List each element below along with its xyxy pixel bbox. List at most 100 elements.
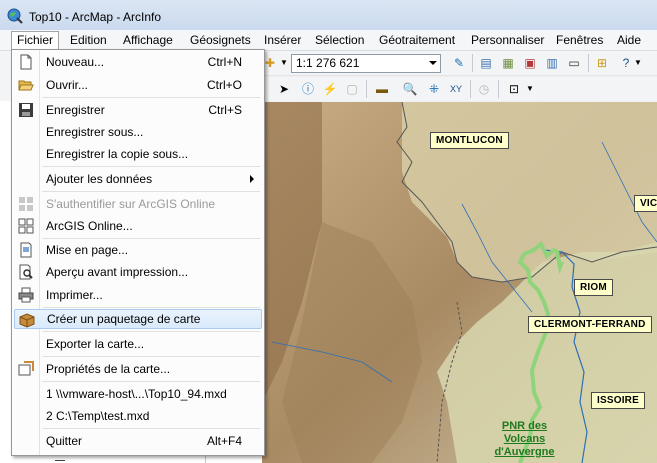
toolbar-separator [498,80,499,98]
menu-item-shortcut: Ctrl+O [206,78,242,92]
menu-item-recent-file-2[interactable]: 2 C:\Temp\test.mxd [14,406,262,426]
menu-item-label: Nouveau... [46,55,105,69]
map-label-montlucon: MONTLUCON [430,132,509,149]
menu-separator [42,307,260,308]
create-viewer-window-icon[interactable]: ⊡ [506,81,522,97]
menu-selection[interactable]: Sélection [310,32,369,49]
menu-item-label: Mise en page... [46,243,129,257]
menu-edition[interactable]: Edition [65,32,112,49]
go-to-xy-icon[interactable]: XY [448,81,464,97]
menu-item-enregistrer-sous[interactable]: Enregistrer sous... [14,122,262,142]
menu-item-ajouter-donnees[interactable]: Ajouter les données [14,169,262,189]
menu-separator [42,428,260,429]
hyperlink-icon[interactable]: ⚡ [322,81,338,97]
find-route-icon[interactable]: ⁜ [426,81,442,97]
menu-item-enregistrer[interactable]: Enregistrer Ctrl+S [14,100,262,120]
arcgis-online-icon [18,218,34,234]
menu-geotraitement[interactable]: Géotraitement [374,32,460,49]
time-slider-icon[interactable]: ◷ [476,81,492,97]
menu-separator [42,356,260,357]
select-elements-icon[interactable]: ➤ [276,81,292,97]
search-window-icon[interactable]: ▣ [522,55,538,71]
menu-item-ouvrir[interactable]: Ouvrir... Ctrl+O [14,75,262,95]
menu-aide[interactable]: Aide [612,32,646,49]
tools-toolbar: ➤ ⓘ ⚡ ▢ ▬ 🔍 ⁜ XY ◷ ⊡ ▼ [262,77,657,101]
find-icon[interactable]: 🔍 [402,81,418,97]
pnr-label-line: d'Auvergne [494,446,555,458]
pnr-label-line: PNR des [501,420,548,432]
menu-item-label: Quitter [46,434,83,448]
page-setup-icon [20,242,32,258]
map-label-issoire: ISSOIRE [591,392,645,409]
menu-item-label: Enregistrer la copie sous... [46,147,189,161]
menu-inserer[interactable]: Insérer [259,32,306,49]
html-popup-icon[interactable]: ▢ [344,81,360,97]
menu-item-label: ArcGIS Online... [46,219,133,233]
map-label-clermont-ferrand: CLERMONT-FERRAND [528,316,652,333]
measure-icon[interactable]: ▬ [374,81,390,97]
menu-affichage[interactable]: Affichage [118,32,178,49]
menu-item-imprimer[interactable]: Imprimer... [14,285,262,305]
scale-combobox[interactable]: 1:1 276 621 [291,54,441,73]
menu-item-apercu-impression[interactable]: Aperçu avant impression... [14,262,262,282]
menu-item-enregistrer-copie[interactable]: Enregistrer la copie sous... [14,144,262,164]
add-data-dropdown-icon[interactable]: ▼ [276,55,292,71]
scale-value: 1:1 276 621 [296,56,360,70]
map-properties-icon [18,361,34,376]
table-of-contents-icon[interactable]: ▤ [478,55,494,71]
menu-item-label: Enregistrer sous... [46,125,144,139]
menu-item-shortcut: Ctrl+N [207,55,242,69]
menu-separator [42,381,260,382]
menu-item-proprietes-carte[interactable]: Propriétés de la carte... [14,359,262,379]
toolbar-separator [470,80,471,98]
menu-item-mise-en-page[interactable]: Mise en page... [14,240,262,260]
menu-item-label: Propriétés de la carte... [46,362,171,376]
menu-separator [42,331,260,332]
chevron-down-icon[interactable] [429,61,437,65]
new-document-icon [20,54,32,70]
menu-item-label: Ajouter les données [46,172,153,186]
toolbar-options-icon[interactable]: ▼ [522,81,538,97]
toolbar-separator [366,80,367,98]
menu-item-exporter-carte[interactable]: Exporter la carte... [14,334,262,354]
menu-item-label: Ouvrir... [46,78,89,92]
editor-toolbar-icon[interactable]: ✎ [451,55,467,71]
menu-item-shortcut: Alt+F4 [206,434,242,448]
menu-item-label: 1 \\vmware-host\...\Top10_94.mxd [46,387,227,401]
menu-item-label: Imprimer... [46,288,103,302]
help-dropdown-icon[interactable]: ▼ [630,55,646,71]
print-preview-icon [19,264,33,280]
standard-toolbar: ✚ ▼ 1:1 276 621 ✎ ▤ ▦ ▣ ▥ ▭ ⊞ ? ▼ [262,51,657,76]
menu-item-recent-file-1[interactable]: 1 \\vmware-host\...\Top10_94.mxd [14,384,262,404]
arcgis-online-sign-in-icon [19,197,33,211]
menu-item-quitter[interactable]: Quitter Alt+F4 [14,431,262,451]
menu-personnaliser[interactable]: Personnaliser [466,32,549,49]
identify-icon[interactable]: ⓘ [300,81,316,97]
menu-fichier[interactable]: Fichier [11,31,60,51]
python-window-icon[interactable]: ▭ [566,55,582,71]
model-builder-icon[interactable]: ⊞ [594,55,610,71]
file-menu-dropdown: Nouveau... Ctrl+N Ouvrir... Ctrl+O Enreg… [11,49,265,456]
arcmap-globe-icon [7,8,23,24]
catalog-icon[interactable]: ▦ [500,55,516,71]
arctoolbox-icon[interactable]: ▥ [544,55,560,71]
menu-item-creer-paquetage-carte[interactable]: Créer un paquetage de carte [14,309,262,329]
open-folder-icon [18,80,34,91]
menu-separator [42,238,260,239]
menu-separator [42,166,260,167]
print-icon [18,287,34,303]
menu-item-arcgis-online[interactable]: ArcGIS Online... [14,216,262,236]
map-label-vichy: VIC [634,195,657,212]
menu-fenetres[interactable]: Fenêtres [551,32,608,49]
submenu-arrow-icon [250,175,254,183]
toc-tree-line [55,460,65,461]
menu-item-label: Exporter la carte... [46,337,145,351]
menu-separator [42,191,260,192]
menu-item-authentifier-arcgis-online[interactable]: S'authentifier sur ArcGIS Online [14,194,262,214]
menu-geosignets[interactable]: Géosignets [185,32,256,49]
pnr-label-line: Volcans [503,433,546,445]
save-icon [19,103,33,117]
menu-item-nouveau[interactable]: Nouveau... Ctrl+N [14,52,262,72]
map-package-icon [19,313,35,328]
menu-item-label: 2 C:\Temp\test.mxd [46,409,150,423]
